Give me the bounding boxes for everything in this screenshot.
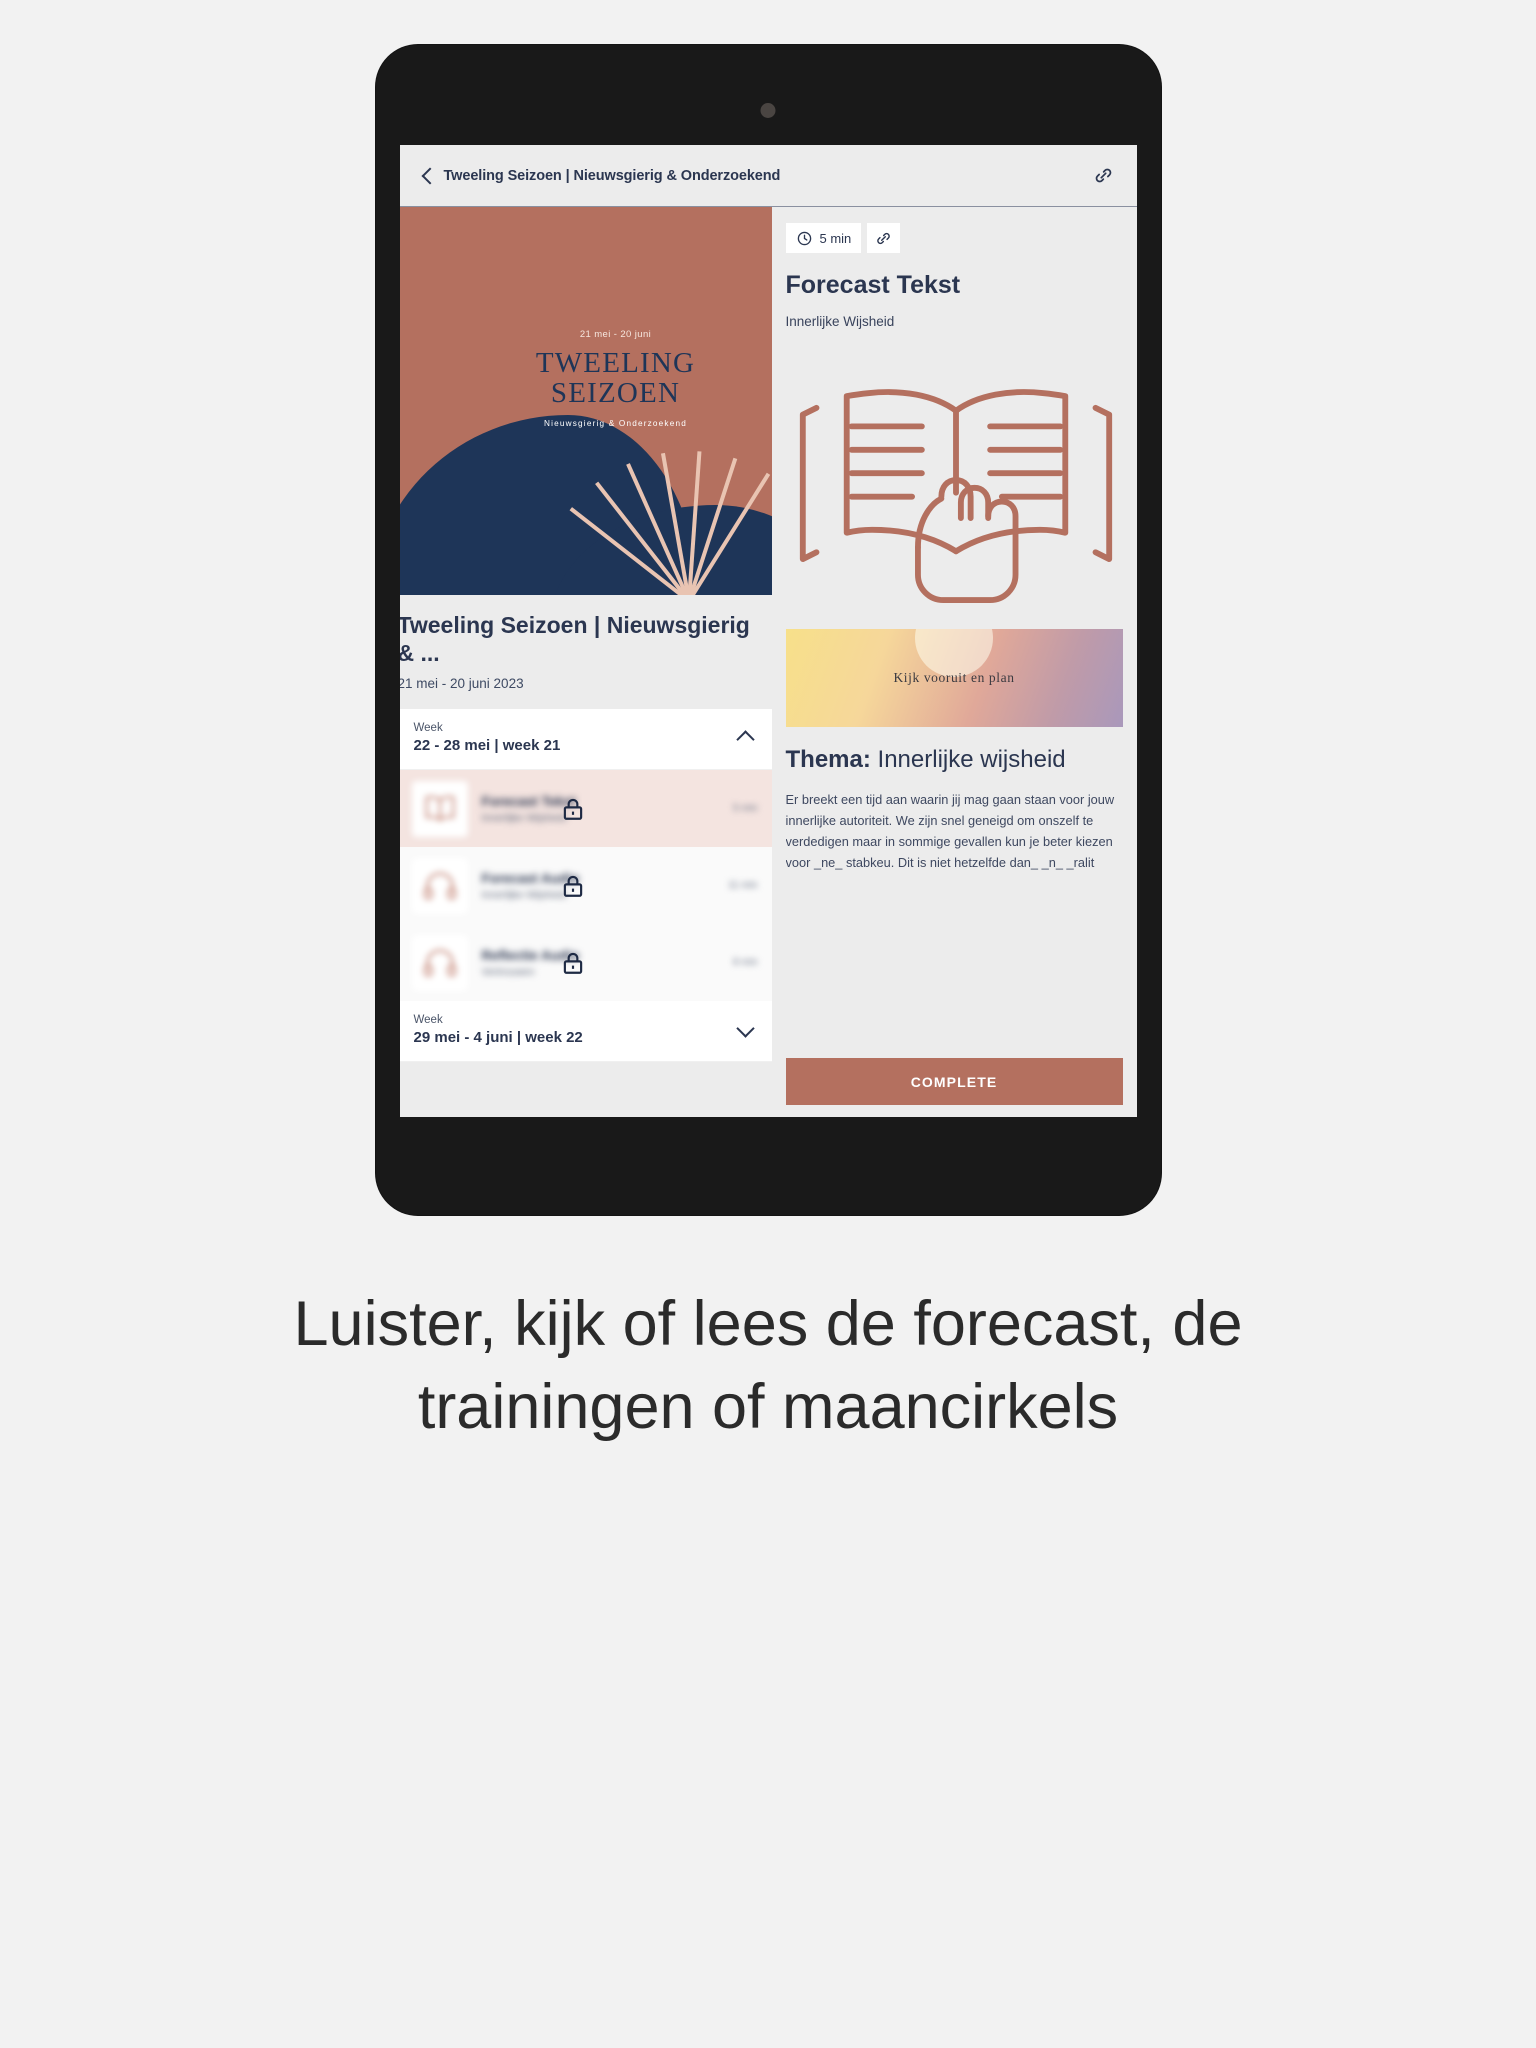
lesson-detail-panel: 5 min Forecast Tekst Innerlijke Wijsheid [771,207,1137,1117]
lesson-name: Forecast Audio [481,870,580,886]
tablet-device-frame: Tweeling Seizoen | Nieuwsgierig & Onderz… [375,45,1161,1215]
course-sidebar: 21 mei - 20 juni TWEELING SEIZOEN Nieuws… [399,207,772,1117]
page-title: Tweeling Seizoen | Nieuwsgierig & Onderz… [443,167,781,184]
tablet-screen: Tweeling Seizoen | Nieuwsgierig & Onderz… [399,145,1137,1117]
course-cover-image: 21 mei - 20 juni TWEELING SEIZOEN Nieuws… [399,207,772,595]
lesson-detail-title: Forecast Tekst [785,271,961,299]
headphones-icon [411,857,468,914]
headphones-icon [411,934,468,991]
lock-icon [560,950,586,976]
app-body: 21 mei - 20 juni TWEELING SEIZOEN Nieuws… [399,207,1137,1117]
lesson-detail-subtitle: Innerlijke Wijsheid [785,314,895,329]
complete-bar: COMPLETE [785,1058,1123,1105]
list-item-texts: Reflectie Audio Vertrouwen [482,948,726,978]
chevron-left-icon[interactable] [416,165,438,187]
poster-title-line2: SEIZOEN [550,376,681,409]
poster-text-block: 21 mei - 20 juni TWEELING SEIZOEN Nieuws… [400,329,772,428]
lesson-name: Reflectie Audio [481,947,580,963]
poster-dates: 21 mei - 20 juni [579,329,652,340]
app-header: Tweeling Seizoen | Nieuwsgierig & Onderz… [399,145,1137,207]
link-icon[interactable] [1091,163,1117,189]
list-item[interactable]: Forecast Tekst Innerlijke Wijsheid 5 min [399,770,772,848]
duration-badge: 5 min [785,223,862,253]
lock-icon [560,873,586,899]
lesson-banner: Kijk vooruit en plan [785,629,1123,727]
lesson-duration: 11 min [728,880,758,892]
lesson-banner-text: Kijk vooruit en plan [893,670,1015,685]
lock-icon [560,796,586,822]
course-title: Tweeling Seizoen | Nieuwsgierig & ... [399,612,750,667]
link-icon [877,232,891,244]
week-lesson-list-1: Forecast Tekst Innerlijke Wijsheid 5 min [399,770,772,1002]
book-icon [411,780,468,837]
thema-heading: Thema: Innerlijke wijsheid [786,745,1123,776]
lesson-subtitle: Innerlijke Wijsheid [481,888,567,901]
lesson-name: Forecast Tekst [481,793,576,809]
poster-subtitle: Nieuwsgierig & Onderzoekend [544,418,687,428]
poster-rays-decoration [569,431,772,595]
week-header-texts: Week 29 mei - 4 juni | week 22 [414,1014,736,1046]
thema-label: Thema: [785,746,871,773]
lesson-duration: 5 min [733,803,758,815]
course-dates: 21 mei - 20 juni 2023 [399,676,524,692]
open-book-hand-icon [786,329,1137,629]
chevron-up-icon[interactable] [736,729,754,747]
duration-badge-label: 5 min [819,230,852,246]
marketing-caption: Luister, kijk of lees de forecast, de tr… [293,1289,1243,1443]
poster-title-line1: TWEELING [535,347,696,379]
week-range: 22 - 28 mei | week 21 [413,737,561,755]
week-label: Week [413,722,443,735]
lesson-subtitle: Vertrouwen [481,965,535,978]
page-root: Tweeling Seizoen | Nieuwsgierig & Onderz… [0,0,1536,2048]
lesson-subtitle: Innerlijke Wijsheid [481,811,567,824]
clock-icon [797,231,811,245]
week-range: 29 mei - 4 juni | week 22 [413,1029,583,1047]
week-accordion-list: Week 22 - 28 mei | week 21 Forecast Teks… [399,709,772,1117]
share-link-button[interactable] [867,223,901,253]
list-item[interactable]: Forecast Audio Innerlijke Wijsheid 11 mi… [399,847,772,925]
chevron-down-icon[interactable] [736,1021,754,1039]
complete-button[interactable]: COMPLETE [785,1058,1123,1105]
week-label: Week [413,1014,443,1027]
week-accordion-header-1[interactable]: Week 22 - 28 mei | week 21 [399,709,772,771]
lesson-badges: 5 min [785,223,1137,253]
list-item[interactable]: Reflectie Audio Vertrouwen 8 min [399,924,772,1002]
course-meta: Tweeling Seizoen | Nieuwsgierig & ... 21… [399,595,772,710]
week-accordion-header-2[interactable]: Week 29 mei - 4 juni | week 22 [399,1001,772,1063]
list-item-texts: Forecast Audio Innerlijke Wijsheid [482,871,721,901]
thema-value: Innerlijke wijsheid [877,746,1066,773]
camera-icon [760,103,776,118]
week-header-texts: Week 22 - 28 mei | week 21 [414,722,736,754]
lesson-duration: 8 min [733,957,758,969]
list-item-texts: Forecast Tekst Innerlijke Wijsheid [482,794,726,824]
